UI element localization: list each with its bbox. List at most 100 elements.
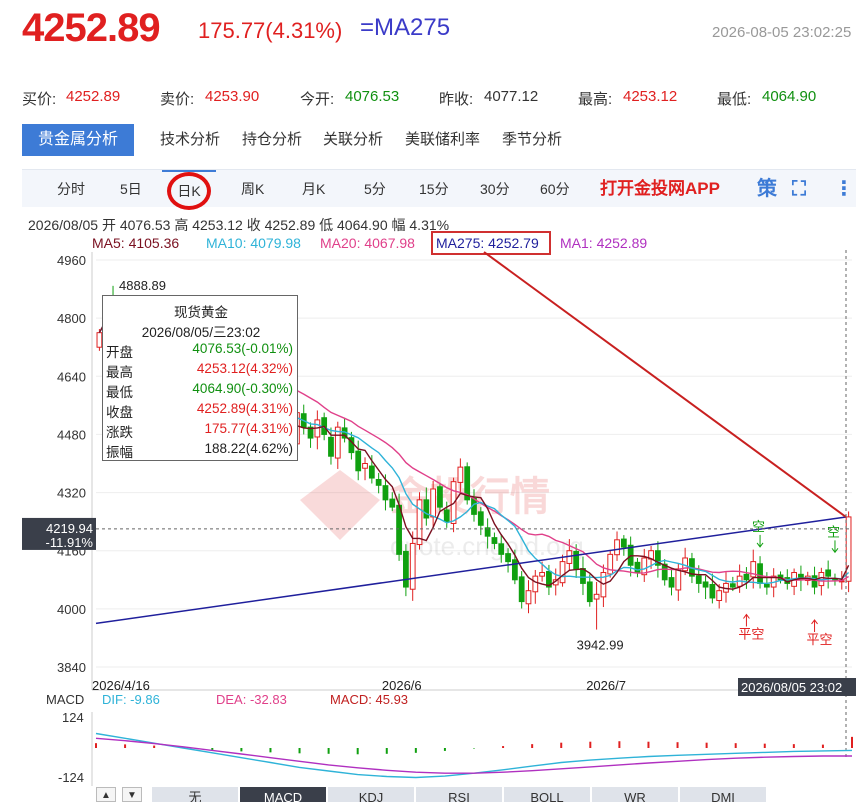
- x-tick-label: 2026/6: [382, 678, 422, 693]
- candle-body: [375, 478, 382, 486]
- indicator-tab-wr[interactable]: WR: [592, 787, 678, 802]
- candle-body: [668, 577, 675, 588]
- indicator-tab-macd[interactable]: MACD: [240, 787, 326, 802]
- signal-arrow: [811, 619, 818, 632]
- tooltip-amplitude-value: 188.22(4.62%): [204, 441, 293, 456]
- candle-body: [811, 575, 818, 588]
- candle-body: [518, 576, 525, 603]
- candle-body: [709, 584, 716, 599]
- candle-body: [430, 488, 437, 518]
- candle-body: [532, 575, 539, 593]
- indicator-tab-rsi[interactable]: RSI: [416, 787, 502, 802]
- indicator-tab-boll[interactable]: BOLL: [504, 787, 590, 802]
- tooltip-title: 现货黄金: [174, 305, 228, 320]
- y-axis-labels: 49604800464044804320416040003840: [57, 253, 86, 675]
- tooltip-open-label: 开盘: [106, 345, 133, 360]
- signal-arrow: [756, 534, 764, 548]
- candle-body: [328, 436, 334, 457]
- candle-body: [505, 553, 511, 563]
- y-tick-label: 4800: [57, 311, 86, 326]
- macd-tick-low: -124: [58, 770, 84, 785]
- candle-body: [620, 538, 627, 548]
- macd-dea: DEA: -32.83: [216, 692, 287, 707]
- candle-body: [355, 450, 362, 472]
- indicator-tab-none[interactable]: 无: [152, 787, 238, 802]
- macd-dif-line: [95, 732, 853, 779]
- indicator-tab-dmi[interactable]: DMI: [680, 787, 766, 802]
- candle-body: [525, 590, 532, 605]
- candle-body: [634, 561, 641, 574]
- x-tick-label: 2026/7: [586, 678, 626, 693]
- candle-body: [559, 561, 566, 584]
- candle-body: [491, 537, 498, 544]
- candle-body: [368, 465, 375, 479]
- candle-body: [716, 590, 723, 601]
- candle-body: [443, 509, 450, 523]
- indicator-tab-kdj[interactable]: KDJ: [328, 787, 414, 802]
- y-tick-label: 4000: [57, 602, 86, 617]
- indicator-tabs: 无 MACD KDJ RSI BOLL WR DMI: [92, 787, 856, 802]
- candle-body: [702, 581, 709, 588]
- candle-body: [498, 543, 505, 555]
- candle-body: [511, 559, 518, 581]
- candle-body: [845, 516, 852, 582]
- x-tick-label: 2026/4/16: [92, 678, 150, 693]
- candle-body: [573, 550, 580, 570]
- tooltip-date: 2026/08/05/三23:02: [141, 325, 261, 340]
- candle-body: [729, 583, 736, 588]
- tooltip-close-label: 收盘: [106, 405, 133, 420]
- signal-label: 平空: [807, 632, 833, 647]
- signal-label: 平空: [738, 626, 764, 641]
- tooltip-change-label: 涨跌: [106, 425, 133, 440]
- watermark: 金投行情 quote.cngold.org: [300, 470, 584, 561]
- high-price-annotation: 4888.89: [119, 278, 166, 293]
- signal-label: 空: [827, 524, 840, 539]
- candle-body: [695, 575, 702, 584]
- signal-arrow: [743, 613, 750, 627]
- candle-body: [403, 550, 409, 588]
- candle-body: [409, 542, 416, 590]
- ohlc-tooltip: 现货黄金 2026/08/05/三23:02 开盘 4076.53(-0.01%…: [102, 295, 298, 461]
- y-tick-label: 3840: [57, 660, 86, 675]
- candle-body: [389, 498, 396, 508]
- candle-body: [457, 466, 464, 483]
- candle-body: [423, 499, 430, 519]
- candle-body: [743, 573, 750, 581]
- candle-body: [593, 593, 600, 600]
- candle-body: [763, 584, 770, 588]
- tooltip-high-value: 4253.12(4.32%): [196, 361, 293, 376]
- tooltip-low-label: 最低: [106, 385, 133, 400]
- cursor-date: 2026/08/05 23:02: [741, 680, 842, 695]
- candle-body: [437, 486, 443, 508]
- candle-body: [477, 511, 484, 526]
- y-tick-label: 4320: [57, 486, 86, 501]
- candle-body: [382, 485, 389, 501]
- tooltip-close-value: 4252.89(4.31%): [196, 401, 293, 416]
- tooltip-high-label: 最高: [106, 365, 133, 380]
- cursor-price: 4219.94: [46, 521, 93, 536]
- y-tick-label: 4960: [57, 253, 86, 268]
- macd-tick-high: 124: [62, 710, 84, 725]
- y-tick-label: 4640: [57, 369, 86, 384]
- x-axis-labels: 2026/4/16 2026/6 2026/7: [92, 678, 626, 693]
- macd-dif: DIF: -9.86: [102, 692, 160, 707]
- macd-panel: MACD DIF: -9.86 DEA: -32.83 MACD: 45.93 124 -…: [46, 692, 853, 786]
- candle-body: [825, 569, 832, 577]
- candle-body: [675, 568, 682, 591]
- tooltip-change-value: 175.77(4.31%): [204, 421, 293, 436]
- candle-body: [607, 553, 614, 575]
- tooltip-low-value: 4064.90(-0.30%): [192, 381, 293, 396]
- candle-body: [614, 539, 620, 556]
- low-price-annotation: 3942.99: [577, 638, 624, 653]
- tooltip-open-value: 4076.53(-0.01%): [192, 341, 293, 356]
- candle-body: [396, 504, 402, 555]
- watermark-logo-icon: [300, 470, 380, 540]
- signal-label: 空: [752, 519, 765, 534]
- y-tick-label: 4480: [57, 427, 86, 442]
- cursor-pct: -11.91%: [46, 535, 94, 550]
- candle-body: [586, 581, 593, 603]
- candle-body: [539, 572, 545, 577]
- tooltip-amplitude-label: 振幅: [106, 445, 133, 460]
- candle-body: [362, 463, 368, 469]
- macd-title: MACD: [46, 692, 84, 707]
